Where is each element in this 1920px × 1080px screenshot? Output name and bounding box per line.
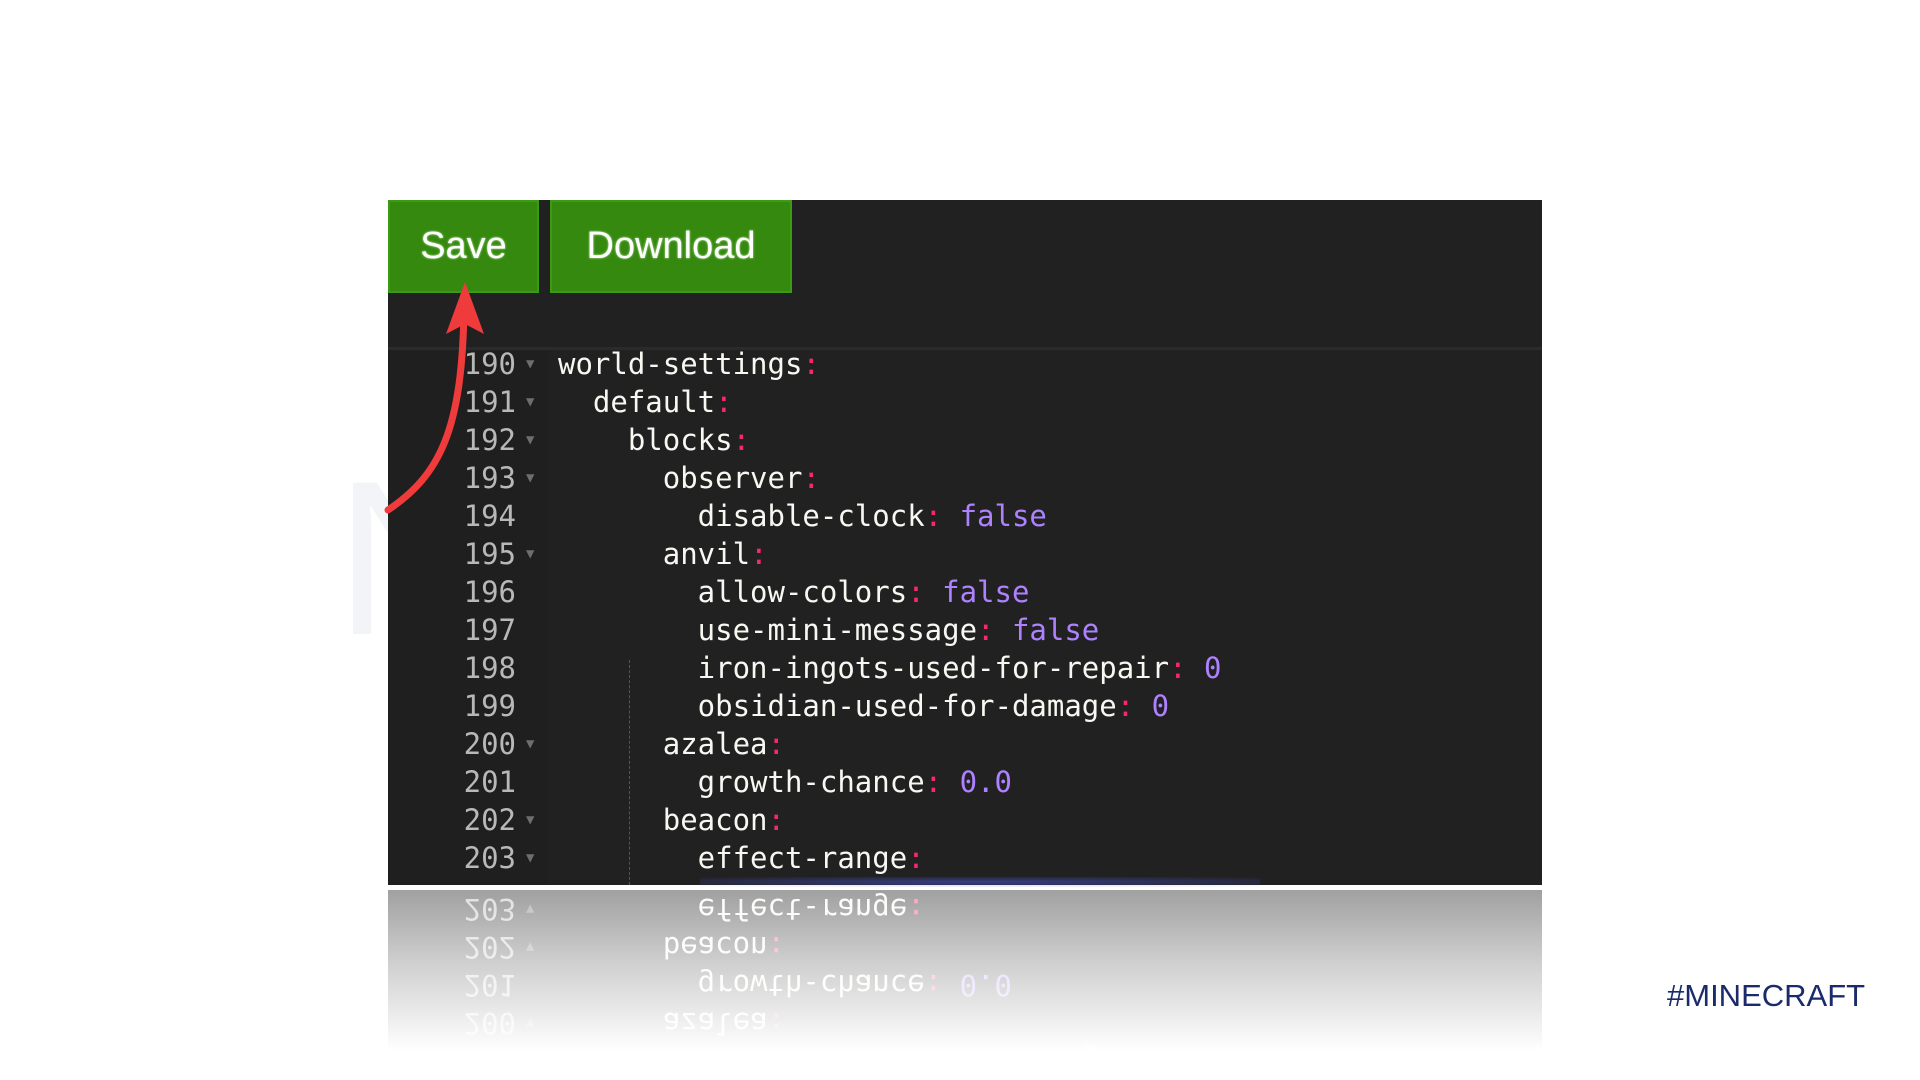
yaml-colon: : (732, 423, 751, 457)
line-number: 190 (463, 347, 516, 381)
yaml-key: allow-colors (558, 575, 908, 609)
line-number: 199 (463, 689, 516, 723)
editor-toolbar: Save Download (388, 200, 1542, 294)
yaml-colon: : (750, 537, 768, 571)
code-line[interactable]: 192 ▼ blocks: (388, 421, 1542, 459)
yaml-colon: : (802, 347, 820, 381)
yaml-colon: : (802, 461, 820, 495)
code-text: use-mini-message: false (558, 611, 1100, 649)
yaml-colon: : (1169, 651, 1187, 685)
yaml-key: beacon (558, 803, 768, 837)
fold-caret-icon[interactable]: ▼ (526, 725, 534, 763)
code-line[interactable]: 193 ▼ observer: (388, 459, 1542, 497)
code-lines[interactable]: 190 ▼ world-settings: 191 ▼ default: 192 ▼ blo… (388, 345, 1542, 877)
yaml-colon: : (1116, 689, 1135, 723)
code-line[interactable]: 201 growth-chance: 0.0 (388, 763, 1542, 801)
yaml-value: 0.0 (942, 765, 1012, 799)
code-text: disable-clock: false (558, 497, 1047, 535)
line-number: 202 (463, 803, 516, 837)
fold-caret-icon[interactable]: ▼ (526, 383, 534, 421)
line-number: 201 (463, 765, 516, 799)
yaml-value: 0 (1134, 689, 1170, 723)
yaml-colon: : (924, 499, 943, 533)
code-line[interactable]: 197 use-mini-message: false (388, 611, 1542, 649)
fold-caret-icon[interactable]: ▼ (526, 459, 534, 497)
save-button[interactable]: Save (388, 200, 539, 293)
fold-caret-icon[interactable]: ▼ (526, 801, 534, 839)
code-text: allow-colors: false (558, 573, 1030, 611)
yaml-colon: : (907, 841, 925, 875)
code-text: obsidian-used-for-damage: 0 (558, 687, 1169, 725)
code-text: growth-chance: 0.0 (558, 763, 1012, 801)
code-line[interactable]: 190 ▼ world-settings: (388, 345, 1542, 383)
code-editor[interactable]: Save Download 190 ▼ world-settings: 191 ▼ de… (388, 200, 1542, 885)
yaml-key: use-mini-message (558, 613, 978, 647)
code-text: blocks: (558, 421, 750, 459)
yaml-colon: : (767, 727, 785, 761)
code-line[interactable]: 199 obsidian-used-for-damage: 0 (388, 687, 1542, 725)
line-number: 193 (463, 461, 516, 495)
fold-caret-icon[interactable]: ▼ (526, 345, 534, 383)
code-text: observer: (558, 459, 820, 497)
yaml-colon: : (907, 575, 925, 609)
yaml-key: obsidian-used-for-damage (558, 689, 1117, 723)
line-number: 194 (463, 499, 516, 533)
line-number: 198 (463, 651, 516, 685)
code-text: effect-range: (558, 839, 925, 877)
code-text: default: (558, 383, 733, 421)
line-number: 196 (463, 575, 516, 609)
code-line[interactable]: 196 allow-colors: false (388, 573, 1542, 611)
yaml-key: effect-range (558, 841, 908, 875)
line-number: 200 (463, 727, 516, 761)
yaml-key: iron-ingots-used-for-repair (558, 651, 1170, 685)
code-line[interactable]: 198 iron-ingots-used-for-repair: 0 (388, 649, 1542, 687)
fold-caret-icon[interactable]: ▼ (526, 839, 534, 877)
yaml-key: world-settings (558, 347, 803, 381)
line-number: 197 (463, 613, 516, 647)
editor-reflection: 199 obsidian-used-for-damage: 0200▼ azal… (388, 885, 1542, 1080)
yaml-colon: : (924, 765, 943, 799)
yaml-key: azalea (558, 727, 768, 761)
line-number: 195 (463, 537, 516, 571)
code-line[interactable]: 195 ▼ anvil: (388, 535, 1542, 573)
fold-caret-icon[interactable]: ▼ (526, 421, 534, 459)
code-line[interactable]: 200 ▼ azalea: (388, 725, 1542, 763)
code-line[interactable]: 194 disable-clock: false (388, 497, 1542, 535)
yaml-key: blocks (558, 423, 733, 457)
yaml-value: false (994, 613, 1100, 647)
yaml-value: false (942, 499, 1047, 533)
yaml-colon: : (977, 613, 995, 647)
yaml-key: observer (558, 461, 803, 495)
yaml-key: growth-chance (558, 765, 925, 799)
download-button[interactable]: Download (550, 200, 792, 293)
code-line[interactable]: 202 ▼ beacon: (388, 801, 1542, 839)
category-tag: #MINECRAFT (1667, 978, 1866, 1013)
yaml-value: false (924, 575, 1030, 609)
code-line[interactable]: 191 ▼ default: (388, 383, 1542, 421)
yaml-colon: : (767, 803, 785, 837)
code-text: azalea: (558, 725, 785, 763)
yaml-value: 0 (1186, 651, 1222, 685)
yaml-key: anvil (558, 537, 751, 571)
line-number: 191 (463, 385, 516, 419)
fold-caret-icon[interactable]: ▼ (526, 535, 534, 573)
code-text: iron-ingots-used-for-repair: 0 (558, 649, 1222, 687)
code-text: beacon: (558, 801, 785, 839)
yaml-colon: : (715, 385, 733, 419)
code-text: anvil: (558, 535, 768, 573)
yaml-key: disable-clock (558, 499, 925, 533)
line-number: 192 (463, 423, 516, 457)
reflection-fade (388, 885, 1542, 1080)
yaml-key: default (558, 385, 716, 419)
code-line[interactable]: 203 ▼ effect-range: (388, 839, 1542, 877)
code-text: world-settings: (558, 345, 820, 383)
line-number: 203 (463, 841, 516, 875)
